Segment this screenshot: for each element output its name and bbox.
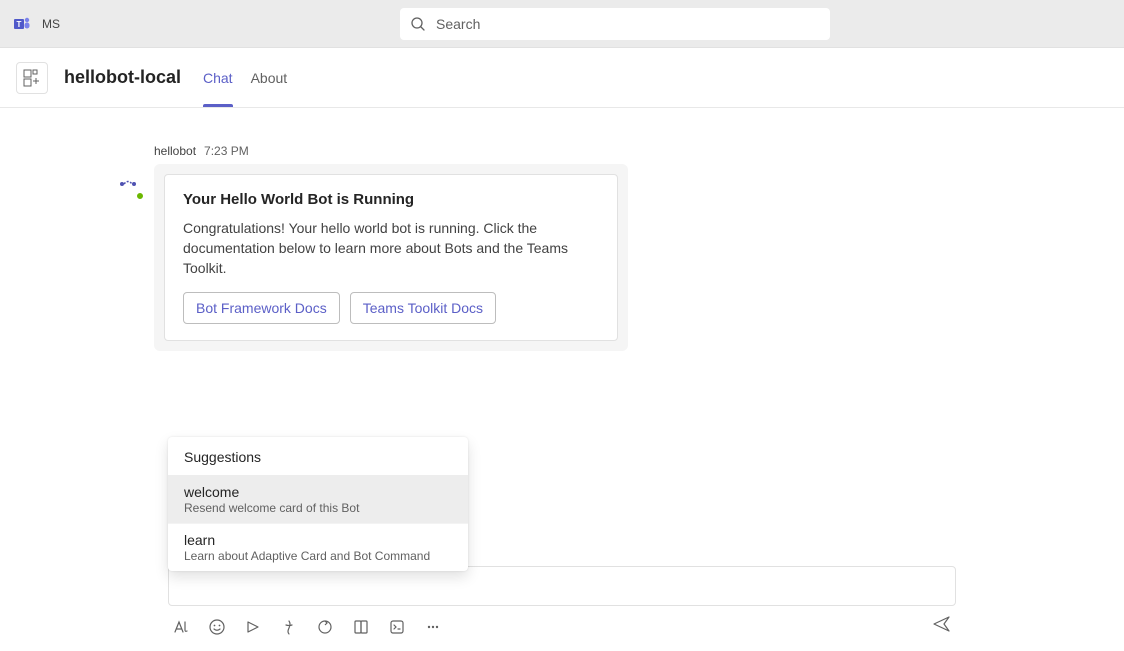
user-initials: MS: [42, 17, 60, 31]
search-icon: [410, 16, 426, 32]
attach-icon[interactable]: [352, 618, 370, 636]
message-header: hellobot 7:23 PM: [154, 144, 1108, 158]
message-author: hellobot: [154, 144, 196, 158]
svg-text:T: T: [17, 20, 22, 29]
suggestion-item-learn[interactable]: learn Learn about Adaptive Card and Bot …: [168, 524, 468, 571]
tab-chat[interactable]: Chat: [203, 48, 233, 107]
emoji-icon[interactable]: [208, 618, 226, 636]
suggestion-description: Learn about Adaptive Card and Bot Comman…: [184, 549, 452, 563]
presence-available-icon: [135, 191, 145, 201]
teams-toolkit-docs-button[interactable]: Teams Toolkit Docs: [350, 292, 496, 324]
loop-icon[interactable]: [316, 618, 334, 636]
bot-avatar: [112, 168, 144, 200]
suggestion-command: welcome: [184, 484, 452, 500]
compose-toolbar: [168, 606, 956, 639]
card-actions: Bot Framework Docs Teams Toolkit Docs: [183, 292, 599, 324]
compose-area: [16, 566, 1108, 651]
suggestions-header: Suggestions: [168, 437, 468, 476]
card-body: Congratulations! Your hello world bot is…: [183, 218, 599, 278]
search-box[interactable]: [400, 8, 830, 40]
app-header: hellobot-local Chat About: [0, 48, 1124, 108]
compose-input[interactable]: [168, 566, 956, 606]
top-bar: T MS: [0, 0, 1124, 48]
suggestion-item-welcome[interactable]: welcome Resend welcome card of this Bot: [168, 476, 468, 524]
tab-about[interactable]: About: [251, 48, 288, 107]
gif-icon[interactable]: [244, 618, 262, 636]
message-bubble: Your Hello World Bot is Running Congratu…: [154, 164, 628, 351]
suggestion-command: learn: [184, 532, 452, 548]
main-content: hellobot-local Chat About hellobot 7:23 …: [0, 48, 1124, 651]
sticker-icon[interactable]: [280, 618, 298, 636]
adaptive-card: Your Hello World Bot is Running Congratu…: [164, 174, 618, 341]
suggestion-description: Resend welcome card of this Bot: [184, 501, 452, 515]
chat-area: hellobot 7:23 PM Your Hello World Bot is…: [0, 108, 1124, 651]
card-title: Your Hello World Bot is Running: [183, 191, 599, 208]
message-row: Your Hello World Bot is Running Congratu…: [154, 164, 1108, 351]
message-time: 7:23 PM: [204, 144, 249, 158]
actions-icon[interactable]: [388, 618, 406, 636]
bot-framework-docs-button[interactable]: Bot Framework Docs: [183, 292, 340, 324]
search-input[interactable]: [436, 16, 820, 32]
more-icon[interactable]: [424, 618, 442, 636]
format-icon[interactable]: [172, 618, 190, 636]
app-title: hellobot-local: [64, 67, 181, 88]
send-icon[interactable]: [932, 614, 952, 639]
tabs: Chat About: [203, 48, 287, 107]
teams-logo-icon: T: [12, 14, 32, 34]
app-icon: [16, 62, 48, 94]
suggestions-popup: Suggestions welcome Resend welcome card …: [168, 437, 468, 571]
